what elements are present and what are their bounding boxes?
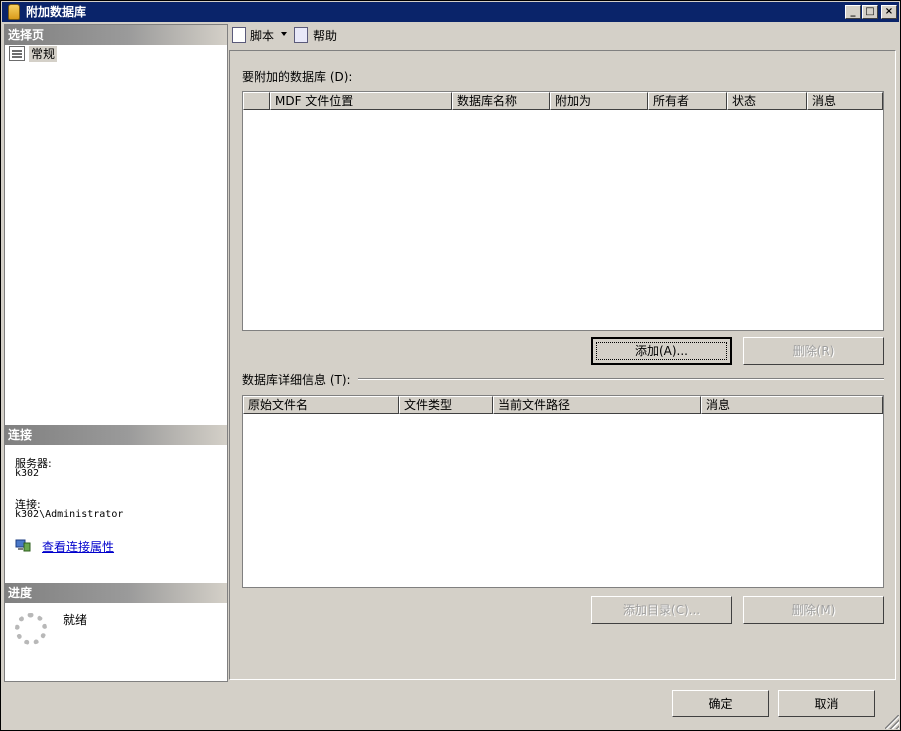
progress-status: 就绪 bbox=[63, 613, 88, 627]
column-header-original-file-name[interactable]: 原始文件名 bbox=[243, 396, 399, 414]
database-details-grid[interactable]: 原始文件名 文件类型 当前文件路径 消息 bbox=[242, 395, 884, 588]
add-database-label: 添加(A)... bbox=[634, 344, 689, 358]
select-page-header: 选择页 bbox=[5, 25, 227, 45]
minimize-button[interactable]: _ bbox=[845, 5, 861, 19]
column-header-database-name[interactable]: 数据库名称 bbox=[452, 92, 550, 110]
dropdown-arrow-icon[interactable] bbox=[281, 32, 287, 36]
column-header-mdf-location[interactable]: MDF 文件位置 bbox=[270, 92, 452, 110]
column-header-current-file-path[interactable]: 当前文件路径 bbox=[493, 396, 701, 414]
page-item-label: 常规 bbox=[29, 46, 58, 62]
maximize-button[interactable]: □ bbox=[862, 5, 878, 19]
column-header-message[interactable]: 消息 bbox=[807, 92, 883, 110]
progress-area: 就绪 bbox=[5, 583, 227, 681]
attach-databases-grid[interactable]: MDF 文件位置 数据库名称 附加为 所有者 状态 消息 bbox=[242, 91, 884, 331]
left-pane: 选择页 常规 连接 服务器: k302 连接: k302\Administrat… bbox=[4, 24, 228, 682]
script-icon bbox=[232, 27, 246, 43]
toolbar: 脚本 帮助 bbox=[230, 24, 898, 48]
connection-header: 连接 bbox=[5, 425, 227, 445]
help-icon bbox=[294, 27, 308, 43]
close-button[interactable]: × bbox=[881, 5, 897, 19]
column-header-selector[interactable] bbox=[243, 92, 270, 110]
resize-grip-icon[interactable] bbox=[885, 715, 899, 729]
add-database-button[interactable]: 添加(A)... bbox=[591, 337, 732, 365]
progress-spinner-icon bbox=[15, 613, 47, 645]
general-page-icon bbox=[9, 46, 25, 61]
server-value: k302 bbox=[15, 468, 40, 479]
view-connection-properties-link[interactable]: 查看连接属性 bbox=[42, 538, 114, 555]
column-header-details-message[interactable]: 消息 bbox=[701, 396, 883, 414]
remove-database-button[interactable]: 删除(R) bbox=[743, 337, 884, 365]
general-page-content: 要附加的数据库 (D): MDF 文件位置 数据库名称 附加为 所有者 状态 消… bbox=[229, 50, 896, 680]
window-title: 附加数据库 bbox=[26, 5, 87, 19]
title-bar[interactable]: 附加数据库 _ □ × bbox=[2, 2, 899, 22]
ok-button[interactable]: 确定 bbox=[672, 690, 769, 717]
cancel-button[interactable]: 取消 bbox=[778, 690, 875, 717]
column-header-file-type[interactable]: 文件类型 bbox=[399, 396, 493, 414]
help-button[interactable]: 帮助 bbox=[313, 27, 337, 45]
database-icon bbox=[8, 4, 20, 20]
remove-file-button[interactable]: 删除(M) bbox=[743, 596, 884, 624]
add-catalog-button[interactable]: 添加目录(C)... bbox=[591, 596, 732, 624]
database-details-label: 数据库详细信息 (T): bbox=[242, 373, 351, 387]
column-header-status[interactable]: 状态 bbox=[727, 92, 807, 110]
script-button[interactable]: 脚本 bbox=[250, 27, 274, 45]
attach-databases-label: 要附加的数据库 (D): bbox=[242, 70, 353, 84]
connection-properties-icon bbox=[15, 538, 31, 553]
column-header-attach-as[interactable]: 附加为 bbox=[550, 92, 648, 110]
column-header-owner[interactable]: 所有者 bbox=[648, 92, 727, 110]
details-separator bbox=[358, 378, 884, 380]
connection-value: k302\Administrator bbox=[15, 509, 124, 520]
